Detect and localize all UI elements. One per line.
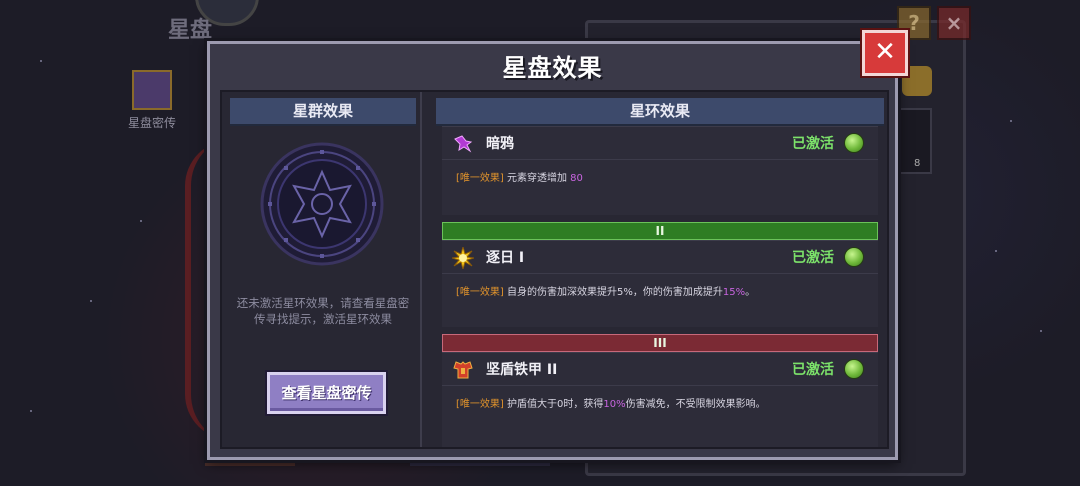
codex-shortcut[interactable]: 星盘密传	[112, 70, 192, 131]
star-particle	[40, 60, 42, 62]
effect-status: 已激活	[792, 362, 834, 378]
unique-effect-tag: [唯一效果]	[456, 287, 504, 298]
star-particle	[1010, 120, 1012, 122]
effect-text: 元素穿透增加	[503, 173, 571, 184]
unique-effect-tag: [唯一效果]	[456, 399, 504, 410]
inactive-hint: 还未激活星环效果，请查看星盘密传寻找提示，激活星环效果	[236, 296, 410, 326]
effect-value: 15%	[722, 287, 746, 298]
star-particle	[995, 250, 997, 252]
effect-name: 逐日 I	[486, 250, 525, 266]
effect-text: 。	[745, 287, 756, 298]
close-button[interactable]: ✕	[862, 30, 908, 76]
effect-entry: 逐日 I 已激活 [唯一效果] 自身的伤害加深效果提升5%，你的伤害加成提升15…	[442, 240, 878, 327]
modal-title: 星盘效果	[502, 54, 603, 82]
armor-icon	[453, 361, 473, 379]
unique-effect-tag: [唯一效果]	[456, 173, 504, 184]
effect-entry: 坚盾铁甲 II 已激活 [唯一效果] 护盾值大于0时，获得10%伤害减免，不受限…	[442, 352, 878, 447]
star-ring-panel: 星环效果 暗鸦 已激活 [唯一效果] 元素穿透增加 80 II 逐日 I 已激活…	[428, 92, 887, 447]
star-particle	[140, 220, 142, 222]
effect-title-row: 逐日 I 已激活	[442, 241, 878, 274]
effect-text: 自身的伤害加深效果提升5%，你的伤害加成提升	[503, 287, 723, 298]
constellation-header: 星群效果	[230, 98, 416, 126]
effect-title-row: 暗鸦 已激活	[442, 127, 878, 160]
effect-text: 伤害减免，不受限制效果影响。	[625, 399, 766, 410]
view-codex-button[interactable]: 查看星盘密传	[267, 372, 386, 414]
close-icon: ✕	[874, 37, 896, 67]
codex-icon	[132, 70, 172, 110]
effect-name: 坚盾铁甲 II	[486, 362, 558, 378]
item-slot-count: 8	[914, 158, 921, 169]
effect-text: 护盾值大于0时，获得	[503, 399, 604, 410]
background-close-button[interactable]: ×	[937, 6, 971, 40]
star-ring-header: 星环效果	[436, 98, 884, 126]
effect-status: 已激活	[792, 250, 834, 266]
effect-name: 暗鸦	[486, 136, 514, 152]
background-title: 星盘	[168, 18, 213, 43]
effect-status: 已激活	[792, 136, 834, 152]
dark-crow-icon	[454, 135, 473, 153]
effect-description: [唯一效果] 自身的伤害加深效果提升5%，你的伤害加成提升15%。	[456, 283, 755, 298]
effect-description: [唯一效果] 护盾值大于0时，获得10%伤害减免，不受限制效果影响。	[456, 395, 766, 410]
tier-iii-divider: III	[442, 334, 878, 352]
star-particle	[90, 300, 92, 302]
astrolabe-emblem-icon	[260, 142, 384, 266]
active-indicator-icon	[844, 359, 864, 379]
sun-icon	[452, 247, 474, 269]
effect-title-row: 坚盾铁甲 II 已激活	[442, 353, 878, 386]
star-particle	[1040, 330, 1042, 332]
effect-value: 10%	[603, 399, 626, 410]
active-indicator-icon	[844, 133, 864, 153]
effect-entry: 暗鸦 已激活 [唯一效果] 元素穿透增加 80	[442, 126, 878, 215]
tier-ii-divider: II	[442, 222, 878, 240]
star-particle	[30, 410, 32, 412]
effect-value: 80	[570, 173, 583, 184]
effect-description: [唯一效果] 元素穿透增加 80	[456, 169, 583, 184]
effects-modal: 星盘效果 星群效果 还未激活星环效果，请查看星盘密传寻找提示，激活星环效果 查看…	[207, 41, 898, 460]
modal-body: 星群效果 还未激活星环效果，请查看星盘密传寻找提示，激活星环效果 查看星盘密传	[220, 90, 889, 449]
constellation-panel: 星群效果 还未激活星环效果，请查看星盘密传寻找提示，激活星环效果 查看星盘密传	[222, 92, 422, 447]
active-indicator-icon	[844, 247, 864, 267]
codex-label: 星盘密传	[127, 116, 176, 130]
